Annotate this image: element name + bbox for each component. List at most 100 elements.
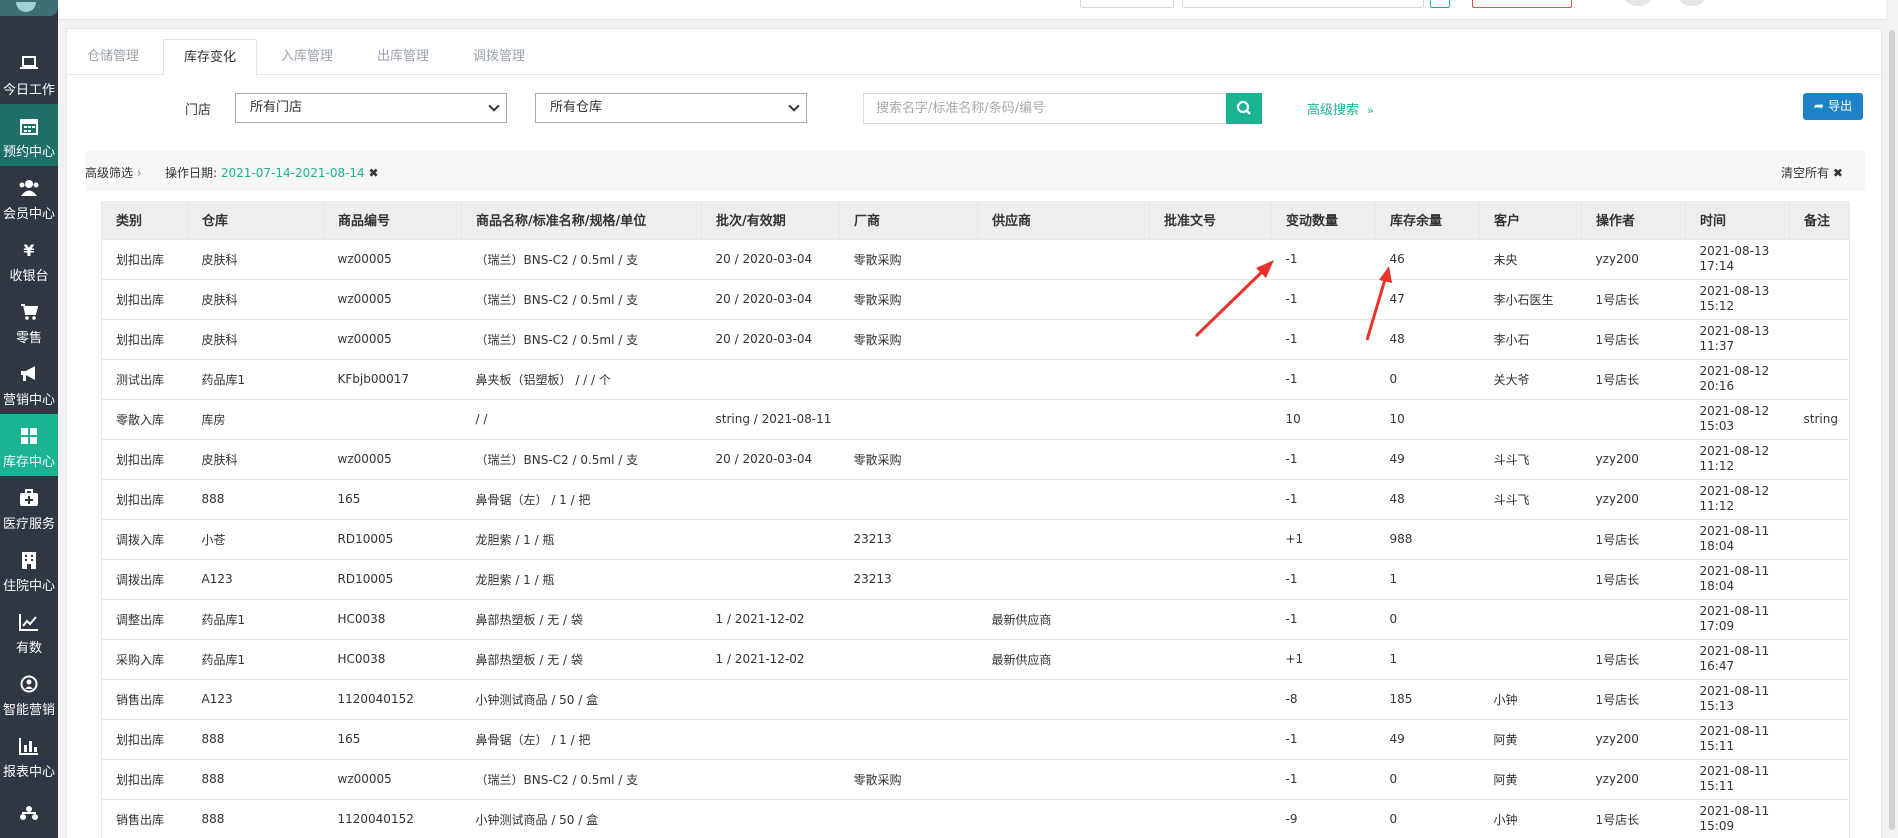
table-row[interactable]: 销售出库 A123 1120040152 小钟测试商品 / 50 / 盒 -8 185 小钟…	[101, 678, 1850, 719]
table-row[interactable]: 划扣出库 888 165 鼻骨锯（左） / 1 / 把 -1 49 阿黄 yzy200 2021…	[101, 718, 1850, 759]
table-header-row: 类别 仓库 商品编号 商品名称/标准名称/规格/单位 批次/有效期 厂商 供应商 批准文号 变动…	[101, 201, 1850, 239]
topbar-action-button[interactable]	[1472, 0, 1572, 8]
tab-inbound[interactable]: 入库管理	[261, 39, 353, 76]
topbar-search-button[interactable]	[1430, 0, 1450, 8]
sidebar-item-more[interactable]	[0, 792, 58, 832]
table-cell	[1149, 638, 1272, 679]
clear-all-button[interactable]: 清空所有 ✖	[1781, 164, 1843, 181]
table-row[interactable]: 销售出库 888 1120040152 小钟测试商品 / 50 / 盒 -9 0 小钟 1号店…	[101, 798, 1850, 838]
table-cell	[1479, 638, 1582, 679]
table-cell: 1120040152	[323, 678, 462, 719]
table-cell	[701, 558, 840, 599]
table-cell: 2021-08-11 15:11	[1685, 718, 1790, 759]
table-cell	[977, 758, 1150, 799]
table-cell	[977, 438, 1150, 479]
table-row[interactable]: 划扣出库 皮肤科 wz00005 （瑞兰）BNS-C2 / 0.5ml / 支 20 /…	[101, 318, 1850, 359]
table-cell: 小钟测试商品 / 50 / 盒	[461, 798, 702, 838]
table-cell: （瑞兰）BNS-C2 / 0.5ml / 支	[461, 278, 702, 319]
table-row[interactable]: 划扣出库 皮肤科 wz00005 （瑞兰）BNS-C2 / 0.5ml / 支 20 /…	[101, 438, 1850, 479]
inventory-change-table: 类别 仓库 商品编号 商品名称/标准名称/规格/单位 批次/有效期 厂商 供应商 批准文号 变动…	[101, 201, 1850, 838]
table-cell	[1149, 718, 1272, 759]
date-filter-label: 操作日期:	[165, 166, 218, 180]
table-body: 划扣出库 皮肤科 wz00005 （瑞兰）BNS-C2 / 0.5ml / 支 20 /…	[101, 238, 1850, 838]
table-cell: 采购入库	[101, 638, 188, 679]
table-cell	[701, 798, 840, 838]
topbar-search-input[interactable]	[1182, 0, 1424, 8]
table-cell	[1789, 598, 1850, 639]
table-cell: 165	[323, 478, 462, 519]
table-cell: 20 / 2020-03-04	[701, 438, 840, 479]
sidebar-item-inventory[interactable]: 库存中心	[0, 414, 58, 476]
table-cell: 鼻部热塑板 / 无 / 袋	[461, 598, 702, 639]
table-cell: 46	[1375, 238, 1480, 279]
store-select-value: 所有门店	[250, 100, 303, 115]
export-button[interactable]: ➦ 导出	[1803, 93, 1863, 120]
table-row[interactable]: 零散入库 库房 / / string / 2021-08-11 10 10 2021-08-…	[101, 398, 1850, 439]
vertical-scrollbar[interactable]	[1886, 0, 1898, 838]
search-input[interactable]: 搜索名字/标准名称/条码/编号	[863, 93, 1227, 124]
sidebar-item-members[interactable]: 会员中心	[0, 166, 58, 228]
sidebar-item-label: 今日工作	[2, 83, 55, 98]
table-cell	[1149, 598, 1272, 639]
sidebar-item-marketing[interactable]: 营销中心	[0, 352, 58, 414]
sidebar-item-data[interactable]: 有数	[0, 600, 58, 662]
table-row[interactable]: 测试出库 药品库1 KFbjb00017 鼻夹板（铝塑板） / / / 个 -1 0 关大爷…	[101, 358, 1850, 399]
sidebar-item-retail[interactable]: 零售	[0, 290, 58, 352]
table-cell	[977, 398, 1150, 439]
sidebar-item-medical[interactable]: 医疗服务	[0, 476, 58, 538]
sidebar-item-label: 会员中心	[2, 207, 55, 222]
table-cell: HC0038	[323, 598, 462, 639]
table-row[interactable]: 调整出库 药品库1 HC0038 鼻部热塑板 / 无 / 袋1 / 2021-12-0…	[101, 598, 1850, 639]
date-filter-tag: 操作日期: 2021-07-14-2021-08-14 ✖	[165, 164, 379, 181]
table-cell: 0	[1375, 598, 1480, 639]
table-cell	[1149, 318, 1272, 359]
table-cell: 2021-08-13 17:14	[1685, 238, 1790, 279]
table-cell: A123	[187, 558, 324, 599]
table-cell	[1789, 518, 1850, 559]
logo[interactable]	[0, 0, 58, 16]
table-row[interactable]: 采购入库 药品库1 HC0038 鼻部热塑板 / 无 / 袋1 / 2021-12-0…	[101, 638, 1850, 679]
store-select[interactable]: 所有门店	[235, 93, 507, 123]
sidebar-item-today[interactable]: 今日工作	[0, 42, 58, 104]
table-cell	[1149, 438, 1272, 479]
tab-storage[interactable]: 仓储管理	[67, 39, 159, 76]
sidebar-item-cashier[interactable]: ¥ 收银台	[0, 228, 58, 290]
table-cell: 调拨入库	[101, 518, 188, 559]
table-cell: 划扣出库	[101, 438, 188, 479]
table-cell: 0	[1375, 358, 1480, 399]
table-cell	[977, 278, 1150, 319]
table-cell: wz00005	[323, 758, 462, 799]
table-cell	[839, 358, 978, 399]
table-row[interactable]: 划扣出库 888 wz00005 （瑞兰）BNS-C2 / 0.5ml / 支 零散采购…	[101, 758, 1850, 799]
table-row[interactable]: 调拨入库 小苍 RD10005 龙胆紫 / 1 / 瓶 23213 +1 988 1号店长 20…	[101, 518, 1850, 559]
sidebar-item-inpatient[interactable]: 住院中心	[0, 538, 58, 600]
table-cell: KFbjb00017	[323, 358, 462, 399]
user-avatar[interactable]	[1624, 0, 1652, 6]
table-cell	[1479, 558, 1582, 599]
table-row[interactable]: 调拨出库 A123 RD10005 龙胆紫 / 1 / 瓶 23213 -1 1 1号店长 20…	[101, 558, 1850, 599]
column-header: 批次/有效期	[701, 201, 840, 239]
table-row[interactable]: 划扣出库 皮肤科 wz00005 （瑞兰）BNS-C2 / 0.5ml / 支 20 /…	[101, 238, 1850, 279]
tab-outbound[interactable]: 出库管理	[357, 39, 449, 76]
sidebar-item-reports[interactable]: 报表中心	[0, 724, 58, 786]
table-row[interactable]: 划扣出库 888 165 鼻骨锯（左） / 1 / 把 -1 48 斗斗飞 yzy200 202…	[101, 478, 1850, 519]
tab-transfer[interactable]: 调拨管理	[453, 39, 545, 76]
settings-icon[interactable]	[1678, 0, 1706, 6]
topbar-select[interactable]	[1080, 0, 1174, 8]
warehouse-select[interactable]: 所有仓库	[535, 93, 807, 123]
tab-inventory-change[interactable]: 库存变化	[163, 39, 258, 76]
table-cell	[701, 518, 840, 559]
table-cell: 49	[1375, 718, 1480, 759]
table-cell	[1581, 598, 1686, 639]
search-button[interactable]	[1226, 93, 1262, 124]
table-row[interactable]: 划扣出库 皮肤科 wz00005 （瑞兰）BNS-C2 / 0.5ml / 支 20 /…	[101, 278, 1850, 319]
table-cell: 调整出库	[101, 598, 188, 639]
sidebar-item-smart-marketing[interactable]: 智能营销	[0, 662, 58, 724]
search-icon	[1236, 100, 1251, 115]
table-cell: 鼻骨锯（左） / 1 / 把	[461, 478, 702, 519]
table-cell: string / 2021-08-11	[701, 398, 840, 439]
advanced-search-toggle[interactable]: 高级搜索 »	[1307, 99, 1374, 118]
sidebar-item-appointment[interactable]: 预约中心	[0, 104, 58, 166]
table-cell	[1149, 798, 1272, 838]
remove-filter-icon[interactable]: ✖	[369, 166, 379, 180]
